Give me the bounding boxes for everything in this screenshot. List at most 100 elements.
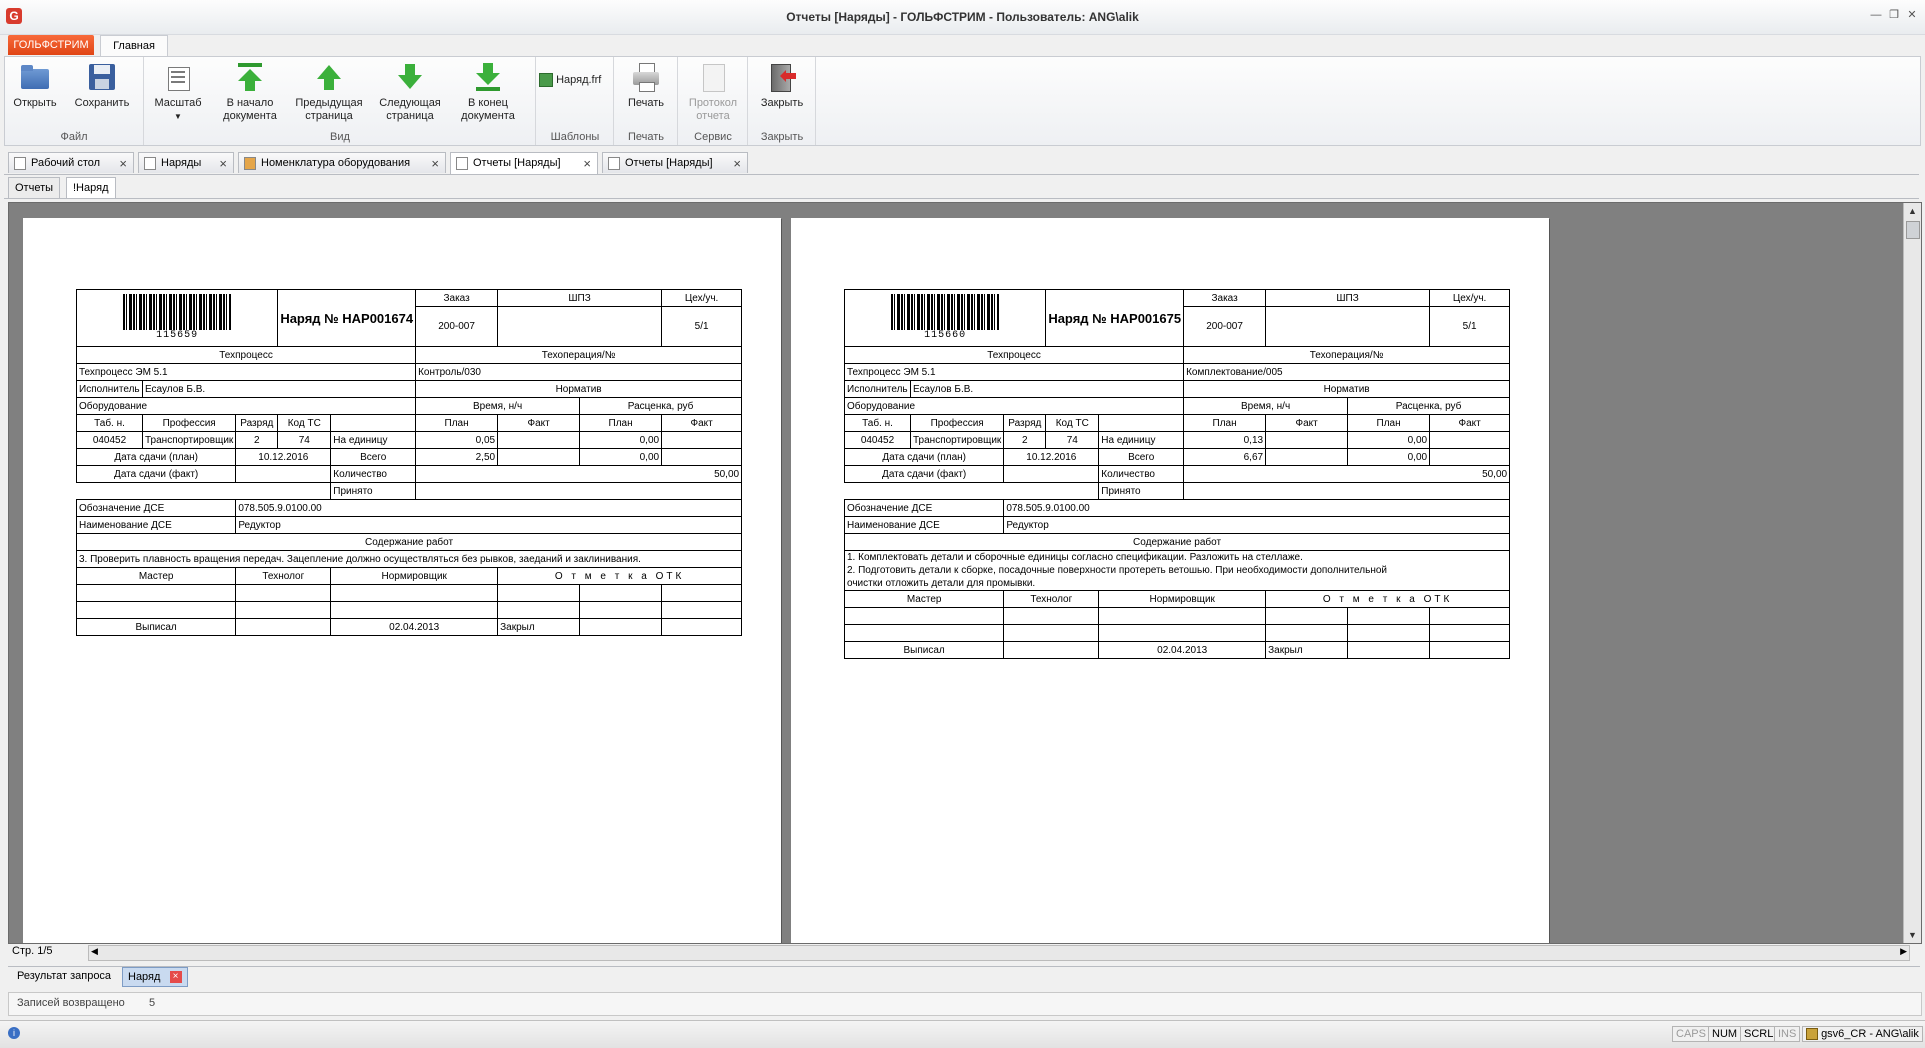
user-label: gsv6_CR - ANG\alik (1821, 1028, 1919, 1040)
restore-icon[interactable]: ❐ (1887, 8, 1901, 22)
desktop-icon (14, 157, 26, 170)
tab-order[interactable]: Наряд × (122, 967, 188, 987)
close-report-button[interactable]: Закрыть (753, 61, 811, 110)
close-tab-icon[interactable]: × (119, 153, 127, 174)
user-indicator: gsv6_CR - ANG\alik (1802, 1026, 1923, 1043)
technologist-header: Технолог (1003, 590, 1100, 608)
ribbon: Открыть Сохранить Файл Масштаб ▼ В начал… (4, 56, 1921, 146)
time-header: Время, н/ч (1183, 397, 1349, 415)
close-tab-icon[interactable]: × (169, 971, 182, 984)
code-header: Код ТС (1045, 414, 1100, 432)
operation-header: Техоперация/№ (415, 346, 743, 364)
tab-reports[interactable]: Отчеты [Наряды] × (602, 152, 748, 173)
order-header: Заказ (415, 288, 499, 308)
orders-icon (144, 157, 156, 170)
barcode-cell: 115659 (75, 289, 279, 347)
scroll-left-icon[interactable]: ◀ (91, 946, 98, 957)
master-header: Мастер (75, 567, 237, 585)
equipment-icon (244, 157, 256, 170)
time-header: Время, н/ч (415, 397, 581, 415)
unit-rate-value: 0,00 (579, 431, 663, 449)
qty-label: Количество (1098, 465, 1185, 483)
status-bar: i CAPS NUM SCRL INS gsv6_CR - ANG\alik (0, 1020, 1925, 1048)
tab-no-header: Таб. н. (76, 414, 143, 432)
subtab-reports[interactable]: Отчеты (8, 177, 61, 198)
last-page-button[interactable]: В конец документа (455, 61, 521, 123)
operation-value: Контроль/030 (415, 363, 743, 381)
close-icon[interactable]: ✕ (1905, 8, 1919, 22)
rate-fact-header: Факт (661, 414, 743, 432)
tab-equipment[interactable]: Номенклатура оборудования × (238, 152, 446, 173)
prev-page-label-2: страница (305, 110, 353, 122)
tab-reports-active[interactable]: Отчеты [Наряды] × (450, 152, 598, 174)
save-button[interactable]: Сохранить (71, 61, 133, 110)
arrow-last-icon (472, 61, 504, 93)
scroll-thumb[interactable] (1906, 221, 1920, 239)
dse-name-label: Наименование ДСЕ (75, 516, 237, 534)
info-icon: i (8, 1027, 20, 1039)
tab-no-header: Таб. н. (844, 414, 911, 432)
ribbon-tabs: ГОЛЬФСТРИМ Главная ˄ — ❐ ✕ (0, 34, 1925, 85)
qty-label: Количество (330, 465, 417, 483)
page-bar: Стр. 1/5 ◀ ▶ (8, 944, 1920, 961)
scale-button[interactable]: Масштаб ▼ (153, 61, 203, 123)
code-value: 74 (277, 431, 332, 449)
chevron-down-icon: ▼ (174, 112, 182, 121)
scroll-up-icon[interactable]: ▲ (1904, 203, 1921, 219)
close-tab-icon[interactable]: × (733, 153, 741, 174)
prev-page-button[interactable]: Предыдущая страница (293, 61, 365, 123)
barcode-number: 115660 (924, 330, 967, 341)
last-page-label-2: документа (461, 110, 515, 122)
rate-plan-header: План (579, 414, 663, 432)
scroll-right-icon[interactable]: ▶ (1900, 946, 1907, 957)
qty-value: 50,00 (1183, 465, 1511, 483)
code-value: 74 (1045, 431, 1100, 449)
ins-indicator: INS (1774, 1026, 1801, 1042)
per-unit-label: На единицу (1098, 431, 1185, 449)
scroll-down-icon[interactable]: ▼ (1904, 927, 1921, 943)
report-icon (456, 157, 468, 170)
subtab-order-report[interactable]: !Наряд (66, 177, 116, 198)
template-file-button[interactable]: Наряд.frf (539, 73, 611, 87)
first-page-button[interactable]: В начало документа (217, 61, 283, 123)
horizontal-scrollbar[interactable]: ◀ ▶ (88, 945, 1910, 961)
tab-home[interactable]: Главная (100, 35, 168, 57)
barcode-icon (123, 294, 232, 330)
arrow-up-icon (313, 61, 345, 93)
report-sub-tabs: Отчеты !Наряд (4, 176, 1919, 199)
print-button[interactable]: Печать (619, 61, 673, 110)
tab-app-menu[interactable]: ГОЛЬФСТРИМ (8, 35, 94, 55)
close-report-label: Закрыть (760, 97, 804, 109)
bottom-tabs: Результат запроса Наряд × (8, 966, 1920, 987)
dse-code-value: 078.505.9.0100.00 (1003, 499, 1511, 517)
protocol-button[interactable]: Протокол отчета (683, 61, 743, 123)
accepted-label: Принято (330, 482, 417, 500)
close-tab-icon[interactable]: × (583, 153, 591, 174)
close-tab-icon[interactable]: × (219, 153, 227, 174)
due-plan-value: 10.12.2016 (1003, 448, 1100, 466)
tab-query-result[interactable]: Результат запроса (12, 967, 116, 985)
work-line: 3. Проверить плавность вращения передач.… (75, 550, 743, 568)
vertical-scrollbar[interactable]: ▲ ▼ (1903, 203, 1921, 943)
first-page-label-2: документа (223, 110, 277, 122)
tab-desktop[interactable]: Рабочий стол × (8, 152, 134, 173)
report-page-2: 115660 Наряд № НАР001675 Заказ ШПЗ Цех/у… (791, 218, 1549, 943)
normer-header: Нормировщик (330, 567, 499, 585)
protocol-label-2: отчета (696, 110, 730, 122)
due-plan-label: Дата сдачи (план) (75, 448, 237, 466)
unit-time-value: 0,13 (1183, 431, 1267, 449)
dse-name-value: Редуктор (1003, 516, 1511, 534)
close-tab-icon[interactable]: × (431, 153, 439, 174)
open-label: Открыть (13, 97, 57, 109)
shpz-value (497, 306, 663, 347)
minimize-icon[interactable]: — (1869, 8, 1883, 22)
barcode-cell: 115660 (843, 289, 1047, 347)
report-viewer: 115659 Наряд № НАР001674 Заказ ШПЗ Цех/у… (8, 202, 1922, 944)
open-button[interactable]: Открыть (11, 61, 59, 110)
per-unit-label: На единицу (330, 431, 417, 449)
time-plan-header: План (415, 414, 499, 432)
template-file-icon (539, 73, 553, 87)
next-page-button[interactable]: Следующая страница (375, 61, 445, 123)
records-panel: Записей возвращено 5 (8, 992, 1922, 1016)
tab-orders[interactable]: Наряды × (138, 152, 234, 173)
